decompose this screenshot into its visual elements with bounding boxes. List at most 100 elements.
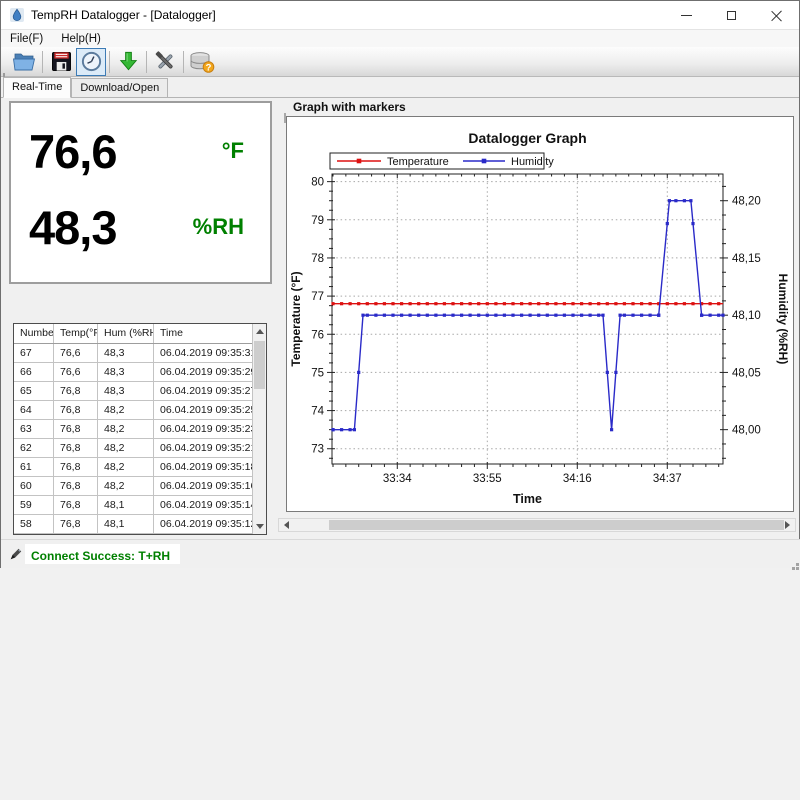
table-cell: 06.04.2019 09:35:31 xyxy=(154,344,252,362)
datalogger-chart: 737475767778798048,0048,0548,1048,1548,2… xyxy=(286,116,794,512)
table-cell: 60 xyxy=(14,477,54,495)
table-cell: 06.04.2019 09:35:29 xyxy=(154,363,252,381)
tab-real-time[interactable]: Real-Time xyxy=(3,77,71,98)
table-row[interactable]: 5876,848,106.04.2019 09:35:12 xyxy=(14,515,252,534)
scrollbar-thumb[interactable] xyxy=(329,520,784,530)
svg-text:Humidity: Humidity xyxy=(511,156,554,168)
window-title: TempRH Datalogger - [Datalogger] xyxy=(31,8,216,22)
time-sync-button[interactable] xyxy=(76,48,106,76)
column-header-hum[interactable]: Hum (%RH) xyxy=(98,324,154,343)
table-cell: 76,8 xyxy=(54,496,98,514)
svg-text:74: 74 xyxy=(311,406,324,418)
graph-panel-header: Graph with markers xyxy=(293,100,406,114)
tools-icon xyxy=(154,50,177,73)
table-cell: 48,1 xyxy=(98,496,154,514)
table-cell: 06.04.2019 09:35:12 xyxy=(154,515,252,533)
table-cell: 06.04.2019 09:35:25 xyxy=(154,401,252,419)
table-cell: 06.04.2019 09:35:27 xyxy=(154,382,252,400)
svg-text:?: ? xyxy=(206,62,212,73)
table-cell: 76,6 xyxy=(54,363,98,381)
pen-icon xyxy=(9,547,23,561)
table-row[interactable]: 6376,848,206.04.2019 09:35:23 xyxy=(14,420,252,439)
table-cell: 76,8 xyxy=(54,382,98,400)
maximize-icon xyxy=(727,11,736,20)
table-row[interactable]: 6776,648,306.04.2019 09:35:31 xyxy=(14,344,252,363)
table-cell: 76,8 xyxy=(54,401,98,419)
device-help-button[interactable]: ? xyxy=(187,48,217,76)
svg-text:33:34: 33:34 xyxy=(383,473,412,485)
svg-text:Time: Time xyxy=(513,492,542,506)
table-row[interactable]: 6576,848,306.04.2019 09:35:27 xyxy=(14,382,252,401)
table-cell: 48,3 xyxy=(98,363,154,381)
close-icon xyxy=(771,10,782,21)
download-button[interactable] xyxy=(113,48,143,76)
svg-text:78: 78 xyxy=(311,253,324,265)
menu-help[interactable]: Help(H) xyxy=(52,33,110,45)
maximize-button[interactable] xyxy=(709,1,754,29)
table-cell: 48,3 xyxy=(98,382,154,400)
resize-grip[interactable] xyxy=(792,559,795,562)
open-file-button[interactable] xyxy=(9,48,39,76)
toolbar: ? xyxy=(1,47,799,77)
svg-text:34:16: 34:16 xyxy=(563,473,592,485)
table-row[interactable]: 6476,848,206.04.2019 09:35:25 xyxy=(14,401,252,420)
temperature-unit: °F xyxy=(222,138,244,164)
svg-text:Temperature (°F): Temperature (°F) xyxy=(289,271,303,366)
folder-open-icon xyxy=(12,50,36,74)
toolbar-separator xyxy=(146,51,147,73)
save-button[interactable] xyxy=(46,48,76,76)
table-vertical-scrollbar[interactable] xyxy=(252,324,266,534)
scroll-down-button[interactable] xyxy=(253,519,266,534)
column-header-time[interactable]: Time xyxy=(154,324,252,343)
table-cell: 67 xyxy=(14,344,54,362)
menu-file[interactable]: File(F) xyxy=(1,33,52,45)
table-cell: 76,8 xyxy=(54,439,98,457)
table-cell: 59 xyxy=(14,496,54,514)
table-cell: 48,3 xyxy=(98,344,154,362)
table-cell: 76,6 xyxy=(54,344,98,362)
toolbar-separator xyxy=(42,51,43,73)
table-cell: 58 xyxy=(14,515,54,533)
status-message: Connect Success: T+RH xyxy=(31,549,170,563)
scroll-left-button[interactable] xyxy=(279,519,294,531)
chart-horizontal-scrollbar[interactable] xyxy=(278,518,796,532)
tab-download-open[interactable]: Download/Open xyxy=(71,78,168,97)
clock-icon xyxy=(80,50,103,73)
minimize-button[interactable] xyxy=(664,1,709,29)
column-header-number[interactable]: Number xyxy=(14,324,54,343)
table-cell: 76,8 xyxy=(54,515,98,533)
scroll-right-button[interactable] xyxy=(780,519,795,531)
title-bar: TempRH Datalogger - [Datalogger] xyxy=(1,1,799,29)
menu-bar: File(F) Help(H) xyxy=(1,29,799,47)
table-cell: 48,2 xyxy=(98,477,154,495)
table-row[interactable]: 6076,848,206.04.2019 09:35:16 xyxy=(14,477,252,496)
save-icon xyxy=(50,50,73,73)
toolbar-grip[interactable] xyxy=(3,51,5,73)
download-arrow-icon xyxy=(117,50,140,73)
column-header-temp[interactable]: Temp(°F) xyxy=(54,324,98,343)
table-row[interactable]: 5976,848,106.04.2019 09:35:14 xyxy=(14,496,252,515)
scrollbar-thumb[interactable] xyxy=(254,341,265,389)
table-row[interactable]: 6676,648,306.04.2019 09:35:29 xyxy=(14,363,252,382)
table-cell: 48,2 xyxy=(98,458,154,476)
live-readout-panel: 76,6 °F 48,3 %RH xyxy=(9,101,272,284)
svg-text:75: 75 xyxy=(311,367,324,379)
app-icon xyxy=(9,7,25,23)
table-row[interactable]: 6276,848,206.04.2019 09:35:21 xyxy=(14,439,252,458)
close-button[interactable] xyxy=(754,1,799,29)
table-cell: 62 xyxy=(14,439,54,457)
svg-text:48,00: 48,00 xyxy=(732,425,761,437)
status-message-chip: Connect Success: T+RH xyxy=(25,544,180,564)
scroll-up-button[interactable] xyxy=(253,324,266,339)
table-cell: 76,8 xyxy=(54,477,98,495)
table-cell: 66 xyxy=(14,363,54,381)
svg-text:48,15: 48,15 xyxy=(732,253,761,265)
svg-text:76: 76 xyxy=(311,329,324,341)
table-cell: 76,8 xyxy=(54,458,98,476)
table-cell: 06.04.2019 09:35:16 xyxy=(154,477,252,495)
settings-button[interactable] xyxy=(150,48,180,76)
svg-text:Humidity (%RH): Humidity (%RH) xyxy=(776,274,790,365)
chevron-right-icon xyxy=(785,521,790,529)
table-row[interactable]: 6176,848,206.04.2019 09:35:18 xyxy=(14,458,252,477)
svg-text:48,20: 48,20 xyxy=(732,196,761,208)
